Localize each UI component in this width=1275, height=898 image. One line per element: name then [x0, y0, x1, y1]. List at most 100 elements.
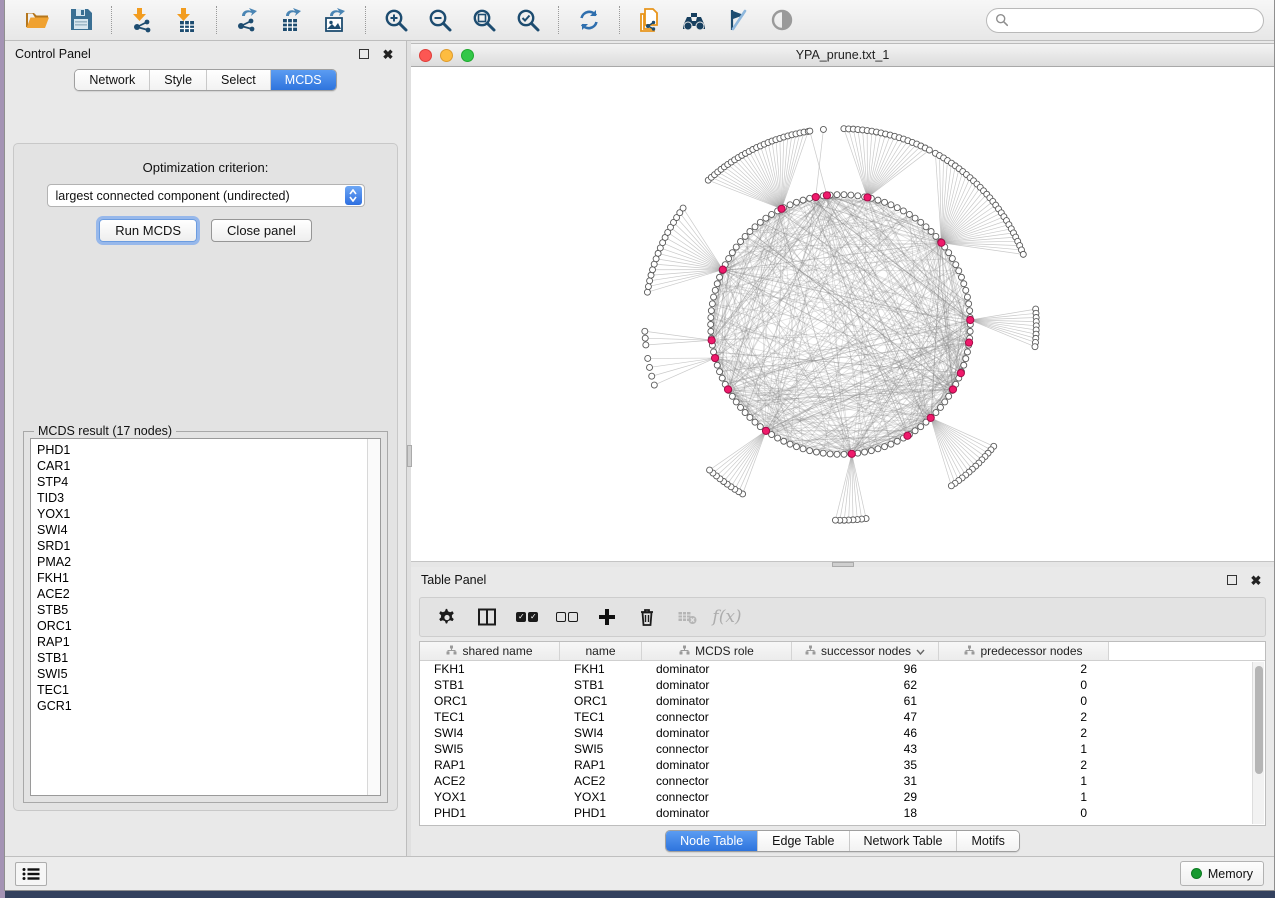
search-network-icon[interactable] — [679, 5, 709, 35]
cell-successor-nodes[interactable]: 61 — [792, 693, 939, 709]
zoom-out-icon[interactable] — [425, 5, 455, 35]
mcds-result-item[interactable]: SWI5 — [37, 666, 367, 682]
mcds-result-item[interactable]: SRD1 — [37, 538, 367, 554]
close-panel-icon[interactable]: ✖ — [380, 46, 396, 62]
cell-successor-nodes[interactable]: 35 — [792, 757, 939, 773]
cell-mcds-role[interactable]: dominator — [642, 725, 792, 741]
open-session-icon[interactable] — [22, 5, 52, 35]
show-graphics-details-icon[interactable] — [767, 5, 797, 35]
mcds-result-item[interactable]: CAR1 — [37, 458, 367, 474]
column-header-shared-name[interactable]: shared name — [420, 642, 560, 660]
cell-successor-nodes[interactable]: 18 — [792, 805, 939, 821]
zoom-fit-icon[interactable] — [469, 5, 499, 35]
table-row[interactable]: ORC1ORC1dominator610 — [420, 693, 1265, 709]
cell-successor-nodes[interactable]: 47 — [792, 709, 939, 725]
cell-successor-nodes[interactable]: 96 — [792, 661, 939, 677]
cell-mcds-role[interactable]: connector — [642, 741, 792, 757]
cell-name[interactable]: ACE2 — [560, 773, 642, 789]
cell-predecessor-nodes[interactable]: 2 — [939, 709, 1109, 725]
network-graph[interactable] — [411, 67, 1274, 561]
cell-shared-name[interactable]: SWI5 — [420, 741, 560, 757]
cell-shared-name[interactable]: RAP1 — [420, 757, 560, 773]
import-table-icon[interactable] — [171, 5, 201, 35]
cell-name[interactable]: FKH1 — [560, 661, 642, 677]
table-row[interactable]: YOX1YOX1connector291 — [420, 789, 1265, 805]
cell-mcds-role[interactable]: dominator — [642, 805, 792, 821]
mcds-result-item[interactable]: SWI4 — [37, 522, 367, 538]
tab-node-table[interactable]: Node Table — [666, 831, 757, 851]
deselect-all-rows-icon[interactable] — [552, 603, 582, 631]
hide-selected-icon[interactable] — [723, 5, 753, 35]
tab-motifs[interactable]: Motifs — [956, 831, 1018, 851]
cell-successor-nodes[interactable]: 62 — [792, 677, 939, 693]
close-window-icon[interactable] — [419, 49, 432, 62]
cell-name[interactable]: SWI5 — [560, 741, 642, 757]
result-scrollbar[interactable] — [367, 439, 380, 795]
network-window-titlebar[interactable]: YPA_prune.txt_1 — [411, 43, 1274, 67]
table-row[interactable]: PHD1PHD1dominator180 — [420, 805, 1265, 821]
mcds-result-item[interactable]: PMA2 — [37, 554, 367, 570]
table-row[interactable]: SWI4SWI4dominator462 — [420, 725, 1265, 741]
cell-predecessor-nodes[interactable]: 2 — [939, 757, 1109, 773]
mcds-result-item[interactable]: FKH1 — [37, 570, 367, 586]
column-header-name[interactable]: name — [560, 642, 642, 660]
table-row[interactable]: SWI5SWI5connector431 — [420, 741, 1265, 757]
select-all-rows-icon[interactable] — [512, 603, 542, 631]
table-scrollbar[interactable] — [1252, 662, 1264, 824]
cell-shared-name[interactable]: SWI4 — [420, 725, 560, 741]
cell-shared-name[interactable]: ACE2 — [420, 773, 560, 789]
cell-successor-nodes[interactable]: 46 — [792, 725, 939, 741]
network-view[interactable] — [411, 67, 1274, 561]
mcds-result-item[interactable]: RAP1 — [37, 634, 367, 650]
mcds-result-item[interactable]: STB1 — [37, 650, 367, 666]
cell-shared-name[interactable]: PHD1 — [420, 805, 560, 821]
mcds-result-item[interactable]: PHD1 — [37, 442, 367, 458]
minimize-window-icon[interactable] — [440, 49, 453, 62]
cell-mcds-role[interactable]: dominator — [642, 693, 792, 709]
search-input[interactable] — [1014, 13, 1255, 27]
cell-shared-name[interactable]: YOX1 — [420, 789, 560, 805]
vertical-splitter[interactable] — [406, 41, 411, 856]
import-network-icon[interactable] — [127, 5, 157, 35]
cell-predecessor-nodes[interactable]: 0 — [939, 805, 1109, 821]
cell-predecessor-nodes[interactable]: 2 — [939, 661, 1109, 677]
create-column-icon[interactable] — [592, 603, 622, 631]
mcds-result-item[interactable]: TEC1 — [37, 682, 367, 698]
table-options-gear-icon[interactable] — [432, 603, 462, 631]
float-panel-icon[interactable] — [356, 46, 372, 62]
show-columns-icon[interactable] — [472, 603, 502, 631]
mcds-result-item[interactable]: STB5 — [37, 602, 367, 618]
cell-predecessor-nodes[interactable]: 1 — [939, 741, 1109, 757]
cell-mcds-role[interactable]: connector — [642, 789, 792, 805]
cell-name[interactable]: SWI4 — [560, 725, 642, 741]
cell-name[interactable]: TEC1 — [560, 709, 642, 725]
mcds-result-item[interactable]: TID3 — [37, 490, 367, 506]
cell-shared-name[interactable]: TEC1 — [420, 709, 560, 725]
tab-style[interactable]: Style — [149, 70, 206, 90]
tab-network-table[interactable]: Network Table — [849, 831, 957, 851]
cell-successor-nodes[interactable]: 31 — [792, 773, 939, 789]
cell-mcds-role[interactable]: dominator — [642, 757, 792, 773]
refresh-layout-icon[interactable] — [574, 5, 604, 35]
cell-mcds-role[interactable]: connector — [642, 773, 792, 789]
tab-network[interactable]: Network — [75, 70, 149, 90]
column-header-mcds-role[interactable]: MCDS role — [642, 642, 792, 660]
column-header-predecessor-nodes[interactable]: predecessor nodes — [939, 642, 1109, 660]
table-row[interactable]: ACE2ACE2connector311 — [420, 773, 1265, 789]
cell-predecessor-nodes[interactable]: 0 — [939, 693, 1109, 709]
task-history-button[interactable] — [15, 862, 47, 886]
cell-name[interactable]: RAP1 — [560, 757, 642, 773]
cell-mcds-role[interactable]: dominator — [642, 677, 792, 693]
mcds-result-item[interactable]: STP4 — [37, 474, 367, 490]
splitter-handle-icon[interactable] — [407, 445, 412, 467]
cell-shared-name[interactable]: STB1 — [420, 677, 560, 693]
memory-button[interactable]: Memory — [1180, 861, 1264, 886]
mcds-result-item[interactable]: ORC1 — [37, 618, 367, 634]
cell-mcds-role[interactable]: connector — [642, 709, 792, 725]
table-row[interactable]: FKH1FKH1dominator962 — [420, 661, 1265, 677]
mcds-result-item[interactable]: YOX1 — [37, 506, 367, 522]
cell-name[interactable]: PHD1 — [560, 805, 642, 821]
float-table-panel-icon[interactable] — [1224, 572, 1240, 588]
cell-name[interactable]: ORC1 — [560, 693, 642, 709]
delete-column-icon[interactable] — [632, 603, 662, 631]
